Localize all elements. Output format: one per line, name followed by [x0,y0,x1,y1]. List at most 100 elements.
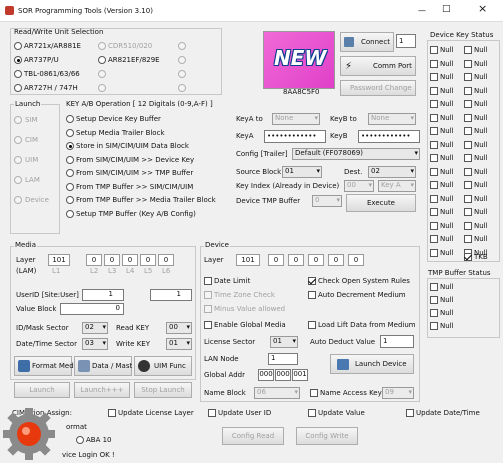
auto-deduct-input[interactable]: 1 [380,335,414,348]
radio-ar737[interactable] [14,56,22,64]
source-block-dropdown[interactable]: 01 [282,166,322,178]
data-master-button[interactable]: Data / Mast [74,356,132,376]
radio-extra-4[interactable] [178,70,186,78]
device-layer-value[interactable]: 0 [288,254,304,266]
device-key-status-checkbox[interactable] [464,181,472,189]
config-trailer-dropdown[interactable]: Default (FF078069) [292,148,420,160]
device-key-status-checkbox[interactable] [430,208,438,216]
key-index-dropdown[interactable]: 00 [344,180,374,192]
password-change-button[interactable]: Password Change [340,80,416,96]
device-key-status-checkbox[interactable] [464,59,472,68]
launch-radio[interactable] [14,176,22,184]
dest-dropdown[interactable]: 02 [368,166,416,178]
device-key-status-checkbox[interactable] [430,86,438,95]
new-button[interactable]: NEW [263,31,335,89]
time-zone-checkbox[interactable] [204,291,212,299]
keyop-radio[interactable] [66,209,74,218]
media-layer-value[interactable]: 0 [122,254,138,266]
tmp-buffer-checkbox[interactable] [430,309,438,317]
launch-radio[interactable] [14,196,22,204]
media-layer-value[interactable]: 0 [158,254,174,266]
device-key-status-checkbox[interactable] [430,181,438,189]
connect-button[interactable]: Connect [340,32,394,52]
device-key-status-checkbox[interactable] [464,46,472,54]
device-key-status-checkbox[interactable] [464,208,472,216]
execute-button[interactable]: Execute [346,194,416,212]
device-key-status-checkbox[interactable] [464,194,472,203]
keyop-radio[interactable] [66,182,74,191]
keyop-radio[interactable] [66,142,74,150]
device-key-status-checkbox[interactable] [430,46,438,54]
device-key-status-checkbox[interactable] [430,113,438,122]
device-key-status-checkbox[interactable] [464,235,472,243]
tkb-checkbox[interactable] [464,253,472,261]
minimize-button[interactable]: — [418,6,426,15]
close-button[interactable]: × [478,3,487,14]
device-key-status-checkbox[interactable] [430,127,438,135]
config-read-button[interactable]: Config Read [222,427,284,445]
minus-value-checkbox[interactable] [204,305,212,313]
global-addr-3[interactable]: 001 [292,369,308,381]
keyop-radio[interactable] [66,115,74,123]
id-mask-sector-dropdown[interactable]: 02 [82,322,108,334]
media-layer-value[interactable]: 0 [140,254,156,266]
stop-launch-button[interactable]: Stop Launch [134,382,192,398]
tmp-buffer-checkbox[interactable] [430,283,438,291]
radio-ar721[interactable] [14,42,22,50]
comm-port-button[interactable]: ⚡ Comm Port [340,56,416,76]
aba10-radio[interactable] [76,436,84,444]
device-layer-value[interactable]: 0 [268,254,284,266]
keyop-radio[interactable] [66,155,74,164]
tmp-buffer-checkbox[interactable] [430,322,438,330]
radio-extra-5[interactable] [98,84,106,92]
radio-ar821[interactable] [98,56,106,64]
comm-port-value[interactable]: 1 [396,34,416,48]
global-addr-1[interactable]: 000 [258,369,274,381]
auto-decrement-checkbox[interactable] [308,291,316,299]
value-block-input[interactable]: 0 [60,303,124,315]
radio-tbl[interactable] [14,70,22,78]
radio-extra-2[interactable] [178,56,186,64]
device-key-status-checkbox[interactable] [430,140,438,149]
name-block-dropdown[interactable]: 06 [254,387,300,399]
datetime-sector-dropdown[interactable]: 03 [82,338,108,350]
check-rules-checkbox[interactable] [308,277,316,285]
keyb-input[interactable]: •••••••••••• [358,130,420,143]
device-key-status-checkbox[interactable] [430,59,438,68]
device-key-status-checkbox[interactable] [464,221,472,230]
uim-func-button[interactable]: UIM Func [134,356,192,376]
device-key-status-checkbox[interactable] [430,221,438,230]
radio-extra-3[interactable] [98,70,106,78]
device-key-status-checkbox[interactable] [464,113,472,122]
update-datetime-checkbox[interactable] [406,409,414,417]
read-key-dropdown[interactable]: 00 [166,322,192,334]
radio-extra-6[interactable] [178,84,186,92]
media-layer-value[interactable]: 0 [104,254,120,266]
device-key-status-checkbox[interactable] [430,167,438,176]
load-lift-checkbox[interactable] [308,321,316,329]
global-addr-2[interactable]: 000 [275,369,291,381]
device-key-status-checkbox[interactable] [464,154,472,162]
device-key-status-checkbox[interactable] [464,100,472,108]
radio-extra-1[interactable] [178,42,186,50]
device-layer-value[interactable]: 101 [236,254,260,266]
keyb-to-dropdown[interactable]: None [368,113,416,125]
maximize-button[interactable]: □ [442,5,451,14]
device-key-status-checkbox[interactable] [464,140,472,149]
tmp-buffer-checkbox[interactable] [430,296,438,304]
userid-site-input[interactable]: 1 [82,289,124,301]
radio-cdr510[interactable] [98,42,106,50]
device-key-status-checkbox[interactable] [464,86,472,95]
update-license-checkbox[interactable] [108,409,116,417]
media-layer-value[interactable]: 0 [86,254,102,266]
device-key-status-checkbox[interactable] [430,73,438,81]
config-write-button[interactable]: Config Write [296,427,358,445]
device-tmp-buffer-dropdown[interactable]: 0 [312,195,342,207]
device-key-status-checkbox[interactable] [430,154,438,162]
device-key-status-checkbox[interactable] [464,73,472,81]
media-layer-value[interactable]: 101 [48,254,70,266]
device-key-status-checkbox[interactable] [464,167,472,176]
device-layer-value[interactable]: 0 [308,254,324,266]
key-index-key-dropdown[interactable]: Key A [378,180,416,192]
device-layer-value[interactable]: 0 [348,254,364,266]
